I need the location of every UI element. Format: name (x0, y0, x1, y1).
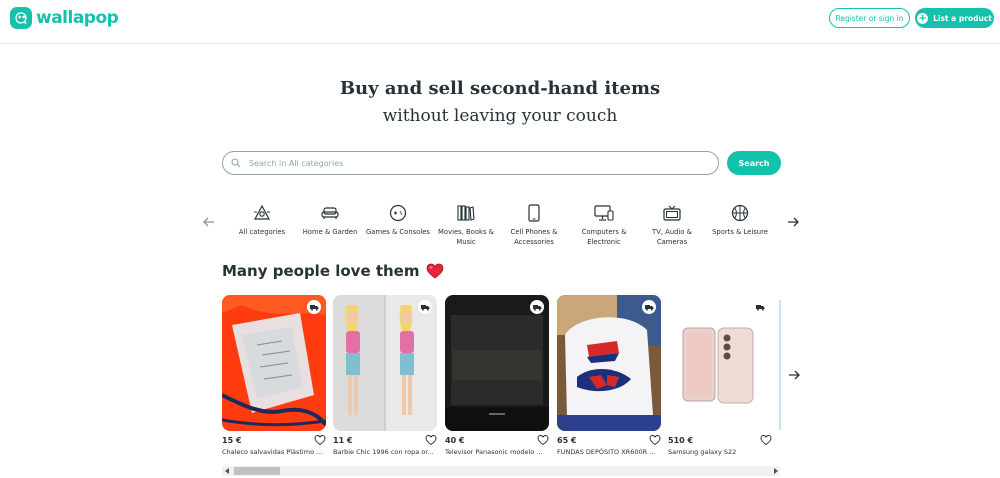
category-label: Cell Phones & Accessories (510, 228, 558, 246)
favorite-heart-icon[interactable] (760, 434, 772, 446)
plus-icon: + (917, 12, 929, 24)
product-image[interactable] (445, 295, 549, 431)
next-card-edge (779, 300, 781, 430)
books-icon (434, 202, 498, 224)
scroll-right-icon[interactable] (770, 466, 780, 476)
basketball-icon (708, 202, 772, 224)
list-product-button[interactable]: + List a product (915, 8, 994, 28)
section-title-text: Many people love them (222, 262, 420, 280)
horizontal-scrollbar[interactable] (222, 466, 780, 476)
product-card[interactable]: 11 € Barbie Chic 1996 con ropa or... (333, 295, 437, 456)
top-header: wallapop Register or sign in + List a pr… (0, 0, 1000, 44)
scroll-left-icon[interactable] (222, 466, 232, 476)
product-card[interactable]: 510 € Samsung galaxy S22 (668, 295, 772, 456)
product-price: 510 € (668, 436, 694, 445)
product-image[interactable] (222, 295, 326, 431)
shipping-badge (642, 300, 656, 314)
category-label: Sports & Leisure (712, 228, 768, 236)
product-price: 15 € (222, 436, 242, 445)
list-product-label: List a product (933, 13, 992, 23)
search-bar[interactable] (222, 151, 719, 175)
search-input[interactable] (249, 158, 689, 168)
category-tv-audio-cameras[interactable]: TV, Audio & Cameras (640, 202, 704, 247)
truck-icon (532, 304, 541, 311)
category-sports-leisure[interactable]: Sports & Leisure (708, 202, 772, 237)
product-title: Barbie Chic 1996 con ropa or... (333, 448, 434, 456)
product-title: Samsung galaxy S22 (668, 448, 737, 456)
gamepad-icon (366, 202, 430, 224)
product-card[interactable]: 65 € FUNDAS DEPÓSITO XR600R ... (557, 295, 661, 456)
carousel-next-arrow-icon[interactable] (787, 368, 801, 382)
category-computers-electronic[interactable]: Computers & Electronic (572, 202, 636, 247)
shipping-badge (307, 300, 321, 314)
category-movies-books-music[interactable]: Movies, Books & Music (434, 202, 498, 247)
category-label: Home & Garden (302, 228, 358, 236)
search-button[interactable]: Search (727, 151, 781, 175)
category-cell-phones-accessories[interactable]: Cell Phones & Accessories (502, 202, 566, 247)
shipping-badge (418, 300, 432, 314)
product-image[interactable] (557, 295, 661, 431)
product-price: 11 € (333, 436, 353, 445)
hero-subtitle: without leaving your couch (382, 106, 618, 126)
heart-emoji-icon (426, 263, 443, 279)
favorite-heart-icon[interactable] (649, 434, 661, 446)
truck-icon (420, 304, 429, 311)
favorite-heart-icon[interactable] (425, 434, 437, 446)
product-price: 40 € (445, 436, 465, 445)
wallapop-logo[interactable]: wallapop (10, 7, 119, 29)
scrollbar-thumb[interactable] (234, 467, 280, 475)
categories-prev-arrow-icon[interactable] (201, 214, 217, 230)
product-card[interactable]: 40 € Televisor Panasonic modelo ... (445, 295, 549, 456)
category-all-categories[interactable]: All categories (230, 202, 294, 237)
category-games-consoles[interactable]: Games & Consoles (366, 202, 430, 237)
register-or-sign-in-button[interactable]: Register or sign in (829, 8, 910, 28)
product-title: Televisor Panasonic modelo ... (445, 448, 543, 456)
wallapop-logo-icon (10, 7, 32, 29)
search-icon (231, 158, 241, 168)
product-card[interactable]: 15 € Chaleco salvavidas Plástimo ... (222, 295, 326, 456)
sofa-icon (298, 202, 362, 224)
product-price: 65 € (557, 436, 577, 445)
all-categories-icon (230, 202, 294, 224)
product-title: Chaleco salvavidas Plástimo ... (222, 448, 323, 456)
product-image[interactable] (333, 295, 437, 431)
category-label: Computers & Electronic (581, 228, 627, 246)
shipping-badge (753, 300, 767, 314)
phone-icon (502, 202, 566, 224)
category-home-garden[interactable]: Home & Garden (298, 202, 362, 237)
tv-icon (640, 202, 704, 224)
product-title: FUNDAS DEPÓSITO XR600R ... (557, 448, 656, 456)
product-image[interactable] (668, 295, 772, 431)
section-title: Many people love them (222, 262, 444, 280)
favorite-heart-icon[interactable] (537, 434, 549, 446)
truck-icon (755, 304, 764, 311)
category-label: TV, Audio & Cameras (652, 228, 692, 246)
brand-name: wallapop (36, 8, 119, 28)
shipping-badge (530, 300, 544, 314)
category-label: Movies, Books & Music (438, 228, 494, 246)
categories-next-arrow-icon[interactable] (785, 214, 801, 230)
favorite-heart-icon[interactable] (314, 434, 326, 446)
truck-icon (309, 304, 318, 311)
truck-icon (644, 304, 653, 311)
category-label: All categories (238, 228, 286, 236)
hero-title: Buy and sell second-hand items (339, 78, 661, 99)
computer-icon (572, 202, 636, 224)
category-label: Games & Consoles (366, 228, 430, 236)
